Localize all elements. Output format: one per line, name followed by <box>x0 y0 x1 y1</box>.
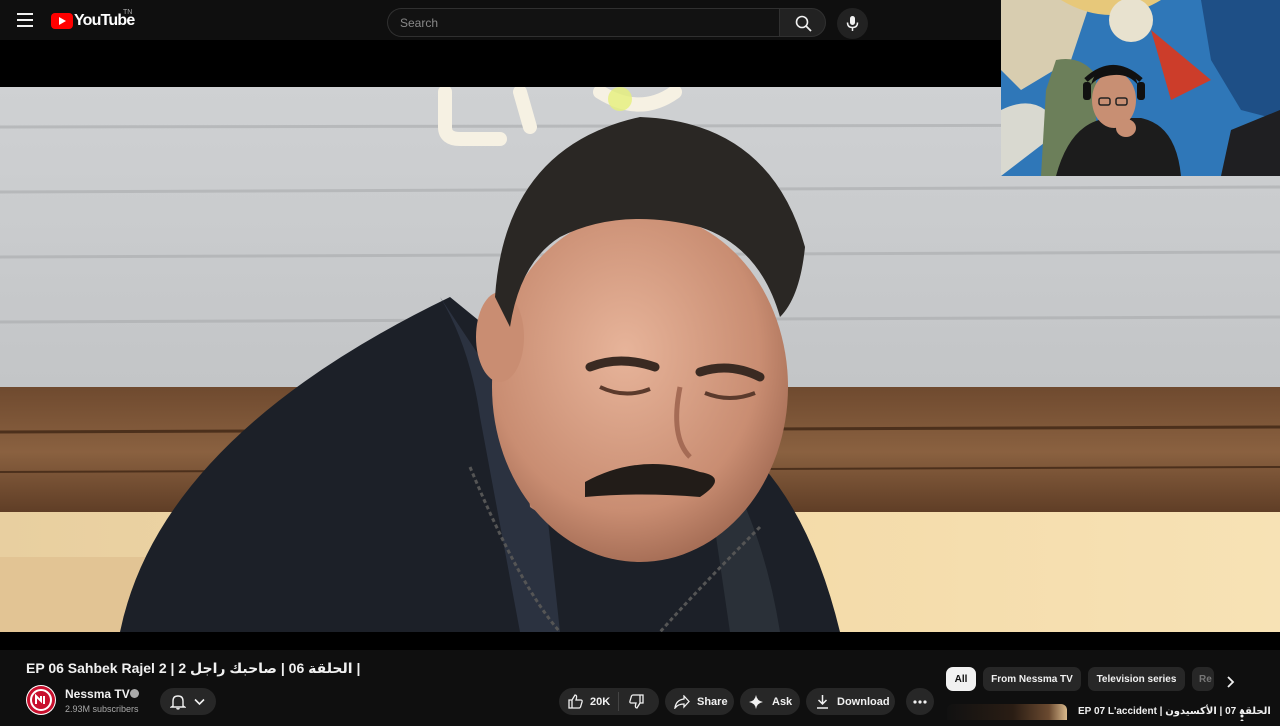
like-icon[interactable] <box>568 694 583 709</box>
video-letterbox-top <box>0 40 1001 87</box>
video-title: EP 06 Sahbek Rajel 2 | الحلقة 06 | صاحبك… <box>26 660 361 676</box>
chip-truncated[interactable]: Re <box>1192 667 1214 691</box>
channel-name[interactable]: Nessma TV <box>65 687 130 701</box>
more-horizontal-icon <box>913 699 927 704</box>
masthead: YouTube TN <box>0 0 1001 40</box>
search-input[interactable] <box>387 8 779 37</box>
search-icon <box>795 15 812 32</box>
nessma-logo-icon <box>27 686 55 714</box>
webcam-image <box>1001 0 1280 176</box>
channel-avatar[interactable] <box>26 685 56 715</box>
more-actions-button[interactable] <box>906 688 934 715</box>
chip-television-series[interactable]: Television series <box>1088 667 1185 691</box>
like-dislike-group: 20K <box>559 688 659 715</box>
search-bar <box>387 8 826 37</box>
recommendation-thumbnail[interactable] <box>947 704 1067 720</box>
video-letterbox-bottom <box>0 632 1280 650</box>
download-label: Download <box>837 695 890 708</box>
like-count[interactable]: 20K <box>590 696 610 708</box>
share-button[interactable]: Share <box>665 688 734 715</box>
youtube-play-icon <box>51 13 73 29</box>
streamer-webcam <box>1001 0 1280 176</box>
ask-label: Ask <box>772 695 793 708</box>
ask-button[interactable]: Ask <box>740 688 800 715</box>
download-icon <box>817 695 828 709</box>
share-icon <box>674 694 690 709</box>
more-vertical-icon <box>1240 709 1244 723</box>
dislike-icon[interactable] <box>629 694 644 709</box>
chips-next-button[interactable] <box>1222 672 1240 692</box>
download-button[interactable]: Download <box>806 688 895 715</box>
menu-icon[interactable] <box>13 10 37 30</box>
bell-icon <box>170 694 186 710</box>
share-label: Share <box>697 695 728 708</box>
chevron-right-icon <box>1227 676 1235 688</box>
subscriber-count: 2.93M subscribers <box>65 704 139 714</box>
microphone-icon <box>846 16 859 31</box>
notifications-button[interactable] <box>160 688 216 715</box>
sparkle-icon <box>749 694 763 709</box>
logo-country-code: TN <box>123 9 133 16</box>
chevron-down-icon <box>194 698 205 705</box>
verified-badge-icon <box>130 689 139 698</box>
youtube-logo[interactable]: YouTube TN <box>51 9 135 30</box>
chip-all[interactable]: All <box>946 667 976 691</box>
voice-search-button[interactable] <box>837 8 868 39</box>
chip-from-nessma-tv[interactable]: From Nessma TV <box>983 667 1081 691</box>
search-button[interactable] <box>779 8 826 37</box>
like-divider <box>618 692 619 711</box>
